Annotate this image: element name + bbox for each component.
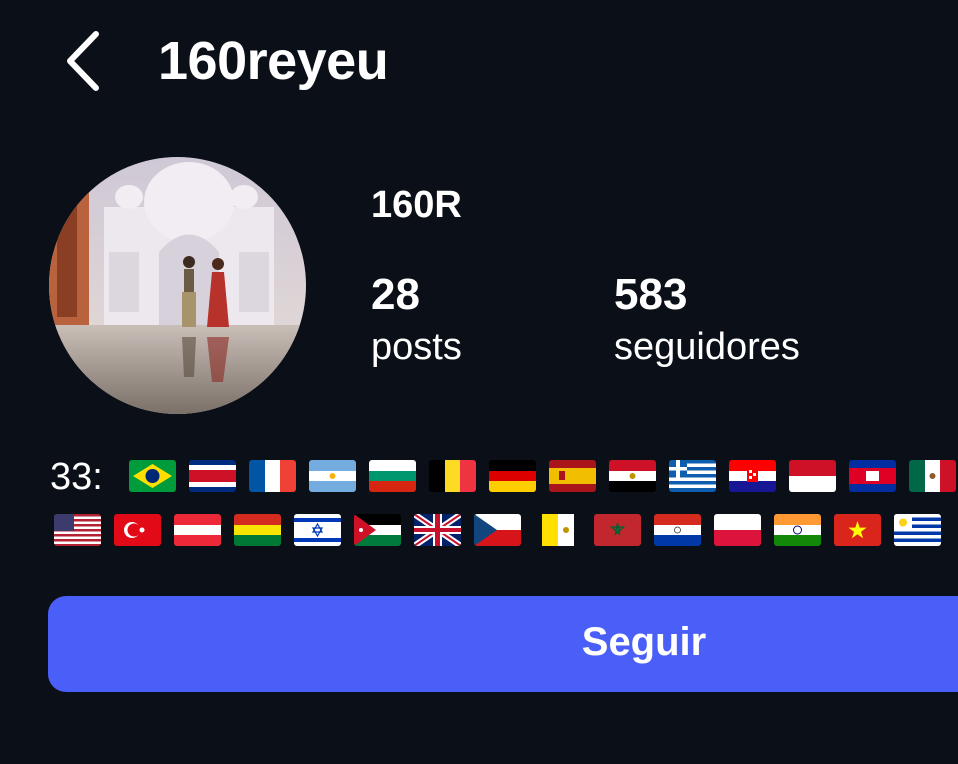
egypt-flag (609, 460, 656, 492)
uk-flag (414, 514, 461, 546)
flags-row-1 (129, 460, 956, 492)
vatican-flag (534, 514, 581, 546)
croatia-flag (729, 460, 776, 492)
bulgaria-flag (369, 460, 416, 492)
profile-screen: 160reyeu 160R 28 posts 583 seguidores 33… (0, 0, 958, 764)
belgium-flag (429, 460, 476, 492)
display-name: 160R (371, 184, 462, 226)
france-flag (249, 460, 296, 492)
countries-count: 33: (50, 456, 103, 498)
poland-flag (714, 514, 761, 546)
usa-flag (54, 514, 101, 546)
vietnam-flag (834, 514, 881, 546)
posts-label[interactable]: posts (371, 326, 462, 369)
avatar[interactable] (49, 157, 306, 414)
bolivia-flag (234, 514, 281, 546)
argentina-flag (309, 460, 356, 492)
jordan-flag (354, 514, 401, 546)
morocco-flag (594, 514, 641, 546)
greece-flag (669, 460, 716, 492)
indonesia-flag (789, 460, 836, 492)
follow-button[interactable]: Seguir (48, 596, 958, 692)
flags-row-2 (54, 514, 941, 546)
israel-flag (294, 514, 341, 546)
paraguay-flag (654, 514, 701, 546)
turkey-flag (114, 514, 161, 546)
brazil-flag (129, 460, 176, 492)
costa-rica-flag (189, 460, 236, 492)
posts-count[interactable]: 28 (371, 270, 420, 320)
spain-flag (549, 460, 596, 492)
back-button[interactable] (62, 30, 106, 92)
czech-flag (474, 514, 521, 546)
page-title: 160reyeu (158, 31, 389, 91)
austria-flag (174, 514, 221, 546)
germany-flag (489, 460, 536, 492)
mexico-flag (909, 460, 956, 492)
india-flag (774, 514, 821, 546)
avatar-image (49, 157, 306, 414)
followers-label[interactable]: seguidores (614, 326, 800, 369)
followers-count[interactable]: 583 (614, 270, 687, 320)
follow-button-label: Seguir (581, 620, 707, 664)
uruguay-flag (894, 514, 941, 546)
chevron-left-icon (67, 31, 99, 91)
cambodia-flag (849, 460, 896, 492)
